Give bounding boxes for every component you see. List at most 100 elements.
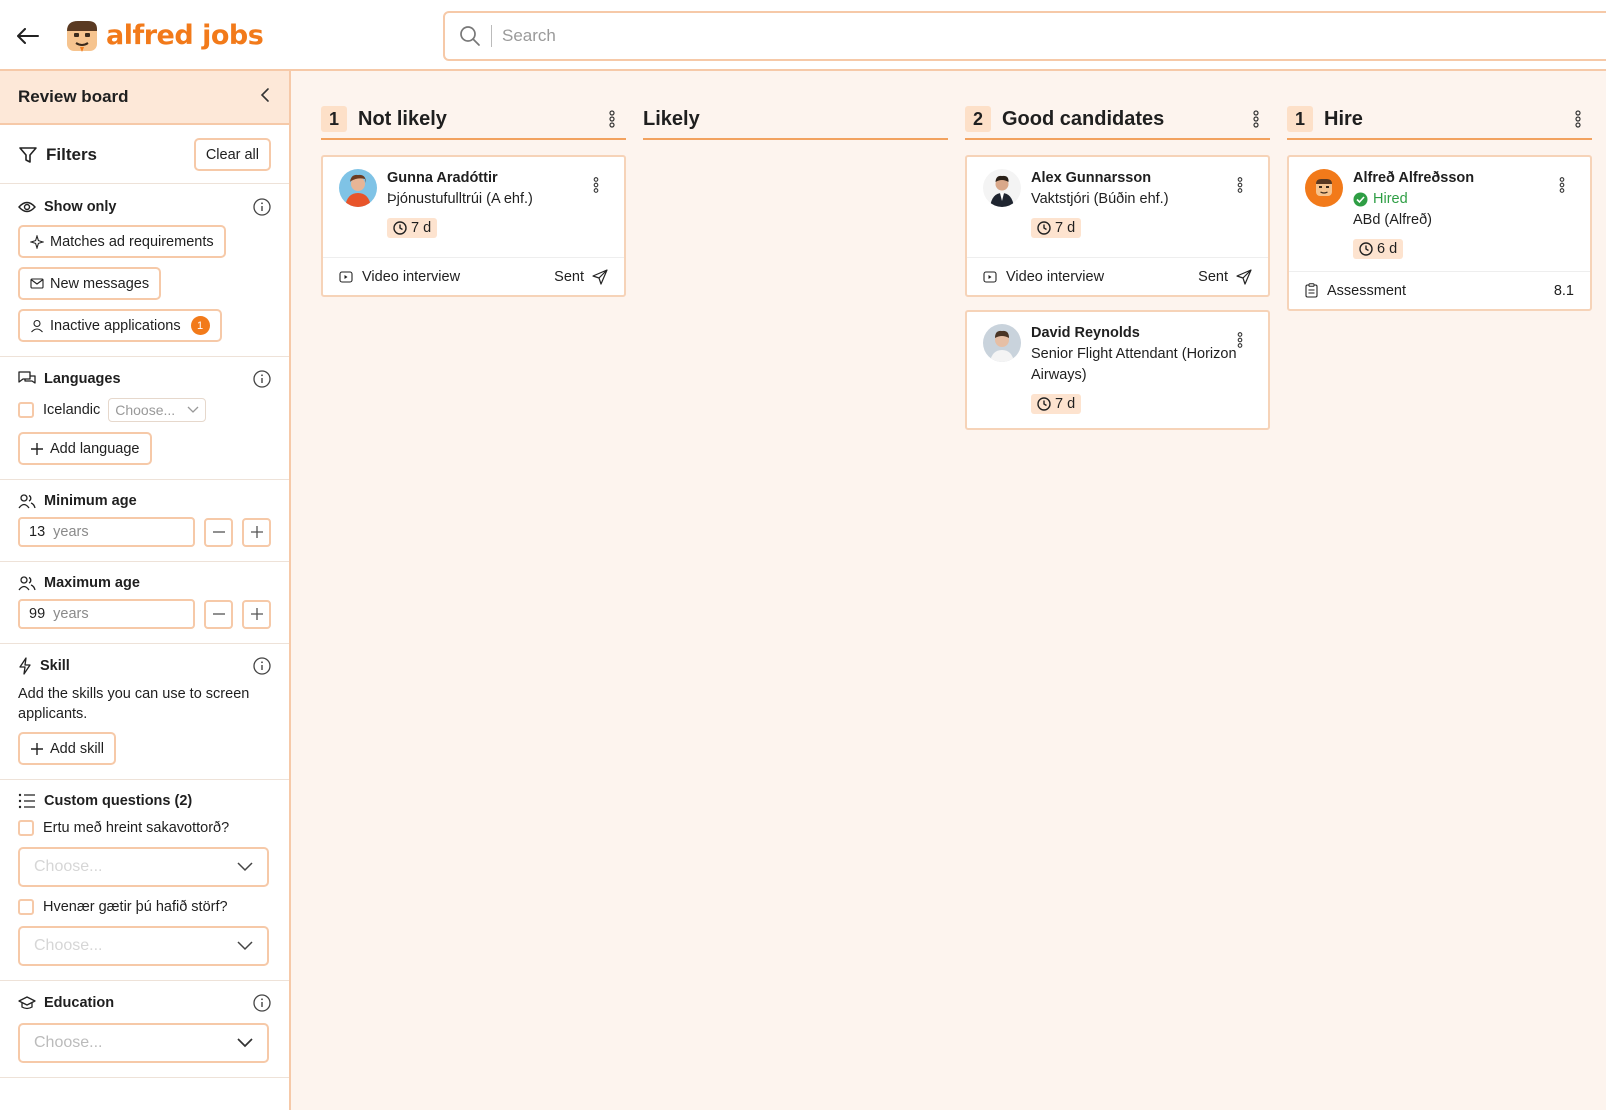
candidate-name: Alfreð Alfreðsson: [1353, 170, 1475, 186]
check-circle-icon: [1353, 192, 1368, 207]
send-icon: [592, 268, 608, 285]
education-select[interactable]: Choose...: [18, 1023, 269, 1063]
avatar: [983, 169, 1021, 207]
filter-icon: [19, 146, 37, 163]
language-label: Icelandic: [43, 402, 101, 418]
column-header: 1 Hire: [1287, 100, 1592, 140]
maximum-age-input[interactable]: 99 years: [18, 599, 195, 629]
brand-name: alfred jobs: [106, 19, 264, 51]
skill-help-text: Add the skills you can use to screen app…: [18, 686, 250, 722]
add-skill-button[interactable]: Add skill: [18, 732, 116, 765]
hired-status: Hired: [1353, 189, 1574, 210]
minimum-age-input[interactable]: 13 years: [18, 517, 195, 547]
question-checkbox[interactable]: [18, 820, 34, 836]
select-placeholder: Choose...: [34, 937, 103, 954]
back-arrow-icon[interactable]: [14, 22, 42, 50]
search-box[interactable]: [443, 11, 1606, 61]
candidate-role: Vaktstjóri (Búðin ehf.): [1031, 191, 1169, 207]
sparkle-icon: [30, 234, 44, 249]
custom-questions-section: Custom questions (2) Ertu með hreint sak…: [0, 780, 289, 981]
language-level-select[interactable]: Choose...: [108, 398, 207, 422]
more-options-icon[interactable]: [1568, 109, 1588, 129]
candidate-card[interactable]: Gunna Aradóttir Þjónustufulltrúi (A ehf.…: [321, 155, 626, 297]
lightning-icon: [19, 657, 31, 675]
candidate-name: Gunna Aradóttir: [387, 170, 498, 186]
inactive-applications-chip[interactable]: Inactive applications 1: [18, 309, 222, 342]
candidate-card[interactable]: Alex Gunnarsson Vaktstjóri (Búðin ehf.) …: [965, 155, 1270, 297]
collapse-chevron-icon[interactable]: [259, 87, 271, 108]
increment-button[interactable]: [242, 599, 271, 629]
card-footer: Video interview Sent: [323, 257, 624, 295]
time-badge: 7 d: [1031, 218, 1082, 238]
info-icon[interactable]: [253, 657, 271, 675]
more-options-icon[interactable]: [1246, 109, 1266, 129]
increment-button[interactable]: [242, 517, 271, 547]
column-title: Likely: [643, 107, 700, 130]
clear-all-button[interactable]: Clear all: [193, 138, 271, 171]
chevron-down-icon: [187, 406, 199, 413]
more-options-icon[interactable]: [1230, 175, 1250, 195]
video-icon: [983, 270, 997, 283]
question-checkbox[interactable]: [18, 899, 34, 915]
logo[interactable]: alfred jobs: [64, 17, 264, 53]
languages-section: Languages Icelandic Choose... Add langua…: [0, 357, 289, 480]
language-row: Icelandic Choose...: [18, 398, 271, 422]
card-footer: Video interview Sent: [967, 257, 1268, 295]
column-header: 1 Not likely: [321, 100, 626, 140]
new-messages-chip[interactable]: New messages: [18, 267, 162, 300]
clipboard-icon: [1305, 283, 1318, 298]
question-answer-select[interactable]: Choose...: [18, 926, 269, 966]
show-only-section: Show only Matches ad requirements New me…: [0, 184, 289, 357]
age-unit: years: [53, 606, 89, 622]
people-icon: [18, 494, 36, 509]
more-options-icon[interactable]: [1230, 330, 1250, 350]
filters-sidebar: Review board Filters Clear all Show only…: [0, 71, 291, 1110]
candidate-card[interactable]: Alfreð Alfreðsson Hired ABd (Alfreð) 6 d…: [1287, 155, 1592, 311]
chip-label: Matches ad requirements: [50, 233, 214, 250]
chat-bubbles-icon: [18, 371, 36, 384]
column-title: Good candidates: [1002, 107, 1165, 130]
time-value: 7 d: [411, 220, 432, 236]
add-language-button[interactable]: Add language: [18, 432, 152, 465]
send-icon: [1236, 268, 1252, 285]
card-footer: Assessment 8.1: [1289, 271, 1590, 309]
chip-label: New messages: [50, 275, 150, 292]
education-heading: Education: [18, 995, 114, 1011]
skill-title: Skill: [40, 658, 70, 674]
education-title: Education: [44, 995, 115, 1011]
info-icon[interactable]: [253, 370, 271, 388]
minimum-age-heading: Minimum age: [18, 493, 271, 509]
question-answer-select[interactable]: Choose...: [18, 847, 269, 887]
icelandic-checkbox[interactable]: [18, 402, 34, 418]
more-options-icon[interactable]: [602, 109, 622, 129]
plus-icon: [250, 526, 263, 538]
matches-ad-requirements-chip[interactable]: Matches ad requirements: [18, 225, 226, 258]
column-title: Not likely: [358, 107, 447, 130]
people-icon: [18, 576, 36, 591]
select-placeholder: Choose...: [34, 858, 103, 875]
info-icon[interactable]: [253, 994, 271, 1012]
status-label: Hired: [1373, 191, 1408, 207]
column-good-candidates: 2 Good candidates: [965, 100, 1270, 140]
more-options-icon[interactable]: [586, 175, 606, 195]
skill-heading: Skill: [18, 657, 70, 675]
custom-questions-heading: Custom questions (2): [18, 793, 271, 809]
question-label: Ertu með hreint sakavottorð?: [43, 820, 230, 836]
column-header: 2 Good candidates: [965, 100, 1270, 140]
info-icon[interactable]: [253, 198, 271, 216]
column-hire: 1 Hire: [1287, 100, 1592, 140]
candidate-role: ABd (Alfreð): [1353, 212, 1432, 228]
chevron-down-icon: [237, 941, 253, 951]
decrement-button[interactable]: [204, 517, 233, 547]
footer-label: Assessment: [1327, 282, 1406, 299]
clock-icon: [1037, 221, 1051, 235]
more-options-icon[interactable]: [1552, 175, 1572, 195]
footer-status: Sent: [1198, 268, 1228, 285]
candidate-card[interactable]: David Reynolds Senior Flight Attendant (…: [965, 310, 1270, 430]
assessment-score: 8.1: [1553, 282, 1574, 299]
search-input[interactable]: [502, 26, 1402, 46]
minus-icon: [212, 613, 225, 615]
footer-label: Video interview: [362, 268, 461, 285]
decrement-button[interactable]: [204, 599, 233, 629]
question-row: Ertu með hreint sakavottorð?: [18, 820, 271, 836]
